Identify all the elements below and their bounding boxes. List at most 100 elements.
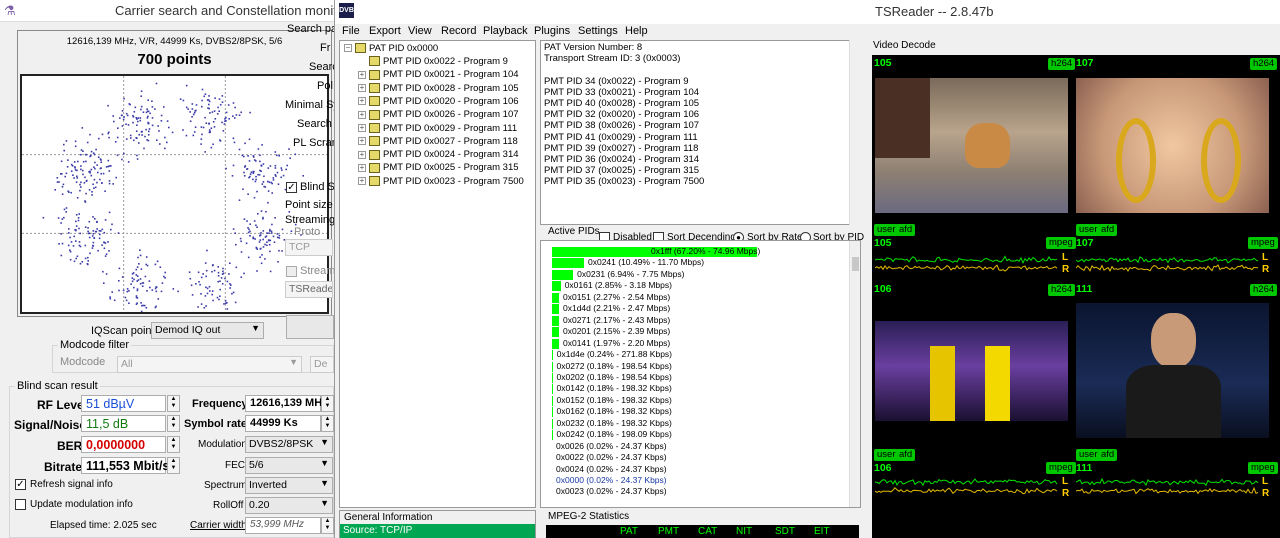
menu-settings[interactable]: Settings [578, 25, 618, 37]
tree-item[interactable]: + PMT PID 0x0025 - Program 315 [358, 161, 519, 174]
tree-item[interactable]: PMT PID 0x0022 - Program 9 [358, 55, 508, 68]
symbol-rate-spinner[interactable]: ▲ ▼ [321, 415, 334, 432]
pid-row[interactable]: 0x1d4e (0.24% - 271.88 Kbps) [543, 349, 843, 361]
stream-checkbox[interactable] [286, 266, 297, 277]
constellation-point [125, 299, 128, 302]
frequency-spinner[interactable]: ▲ ▼ [321, 395, 334, 412]
menu-plugins[interactable]: Plugins [534, 25, 570, 37]
freq-label: Fr [320, 42, 331, 54]
pid-row[interactable]: 0x0162 (0.18% - 198.32 Kbps) [543, 406, 843, 418]
tree-item[interactable]: + PMT PID 0x0027 - Program 118 [358, 135, 518, 148]
pid-row[interactable]: 0x0151 (2.27% - 2.54 Mbps) [543, 292, 843, 303]
constellation-point [61, 193, 64, 195]
rf-level-spinner[interactable]: ▲ ▼ [167, 395, 180, 412]
pid-row[interactable]: 0x0023 (0.02% - 24.37 Kbps) [543, 486, 843, 498]
menu-record[interactable]: Record [441, 25, 476, 37]
video-frame-106[interactable] [875, 321, 1068, 421]
tree-item[interactable]: + PMT PID 0x0029 - Program 111 [358, 122, 517, 135]
pid-row[interactable]: 0x0141 (1.97% - 2.20 Mbps) [543, 338, 843, 349]
expand-icon[interactable]: + [358, 110, 366, 119]
tree-item[interactable]: + PMT PID 0x0026 - Program 107 [358, 108, 519, 121]
frequency-label: Frequency [192, 398, 248, 410]
expand-icon[interactable]: + [358, 84, 366, 93]
pid-row[interactable]: 0x0272 (0.18% - 198.54 Kbps) [543, 361, 843, 372]
tile-111-r: R [1262, 488, 1270, 499]
expand-icon[interactable]: + [358, 123, 366, 132]
collapse-icon[interactable]: − [344, 44, 352, 53]
pid-row[interactable]: 0x0152 (0.18% - 198.32 Kbps) [543, 395, 843, 406]
pids-scrollbar[interactable] [849, 241, 860, 507]
tree-item[interactable]: + PMT PID 0x0024 - Program 314 [358, 148, 519, 161]
expand-icon[interactable] [358, 57, 366, 65]
constellation-point [211, 270, 213, 273]
expand-icon[interactable]: + [358, 150, 366, 159]
carrier-width-label[interactable]: Carrier width [190, 520, 247, 531]
expand-icon[interactable]: + [358, 70, 366, 79]
pid-row[interactable]: 0x0201 (2.15% - 2.39 Mbps) [543, 326, 843, 338]
iqscan-select[interactable]: Demod IQ out ▼ [151, 322, 264, 339]
pid-row[interactable]: 0x0142 (0.18% - 198.32 Kbps) [543, 383, 843, 395]
expand-icon[interactable]: + [358, 97, 366, 106]
expand-icon[interactable]: + [358, 163, 366, 172]
video-frame-111[interactable] [1076, 303, 1269, 438]
tree-item[interactable]: + PMT PID 0x0021 - Program 104 [358, 68, 519, 81]
constellation-point [125, 123, 127, 125]
video-frame-107[interactable] [1076, 78, 1269, 213]
tsreader-field[interactable]: TSReader [285, 281, 333, 298]
video-frame-105[interactable] [875, 78, 1068, 213]
pid-row[interactable]: 0x1fff (67.20% - 74.96 Mbps) [543, 246, 843, 257]
pid-row[interactable]: 0x0232 (0.18% - 198.32 Kbps) [543, 418, 843, 429]
expand-icon[interactable]: + [358, 137, 366, 146]
menu-file[interactable]: File [342, 25, 360, 37]
constellation-point [206, 292, 209, 295]
carrier-width-spinner[interactable]: ▲ ▼ [321, 517, 334, 534]
constellation-point [79, 262, 82, 265]
pid-row[interactable]: 0x0231 (6.94% - 7.75 Mbps) [543, 269, 843, 280]
constellation-point [75, 181, 78, 183]
constellation-point [273, 241, 276, 243]
tree-item[interactable]: + PMT PID 0x0020 - Program 106 [358, 95, 519, 108]
menu-view[interactable]: View [408, 25, 432, 37]
tree-root[interactable]: − PAT PID 0x0000 [344, 42, 438, 55]
pid-row[interactable]: 0x0022 (0.02% - 24.37 Kbps) [543, 452, 843, 464]
constellation-point [151, 289, 154, 291]
constellation-point [204, 116, 206, 119]
scroll-thumb[interactable] [852, 257, 859, 271]
modcode-select[interactable]: All ▼ [117, 356, 302, 373]
bitrate-spinner[interactable]: ▲ ▼ [167, 457, 180, 474]
constellation-point [238, 199, 241, 201]
pid-row[interactable]: 0x0202 (0.18% - 198.54 Kbps) [543, 372, 843, 383]
blind-scan-checkbox[interactable]: ✓ [286, 182, 297, 193]
menu-playback[interactable]: Playback [483, 25, 528, 37]
constellation-point [257, 213, 259, 215]
refresh-checkbox[interactable]: ✓ [15, 479, 26, 490]
rolloff-select[interactable]: 0.20 ▼ [245, 497, 333, 514]
pid-row[interactable]: 0x0000 (0.02% - 24.37 Kbps) [543, 475, 843, 486]
de-button[interactable]: De [310, 356, 334, 373]
constellation-point [208, 107, 210, 110]
pid-row[interactable]: 0x0024 (0.02% - 24.37 Kbps) [543, 464, 843, 475]
constellation-point [82, 173, 84, 176]
menu-help[interactable]: Help [625, 25, 648, 37]
spectrum-select[interactable]: Inverted ▼ [245, 477, 333, 494]
signal-noise-spinner[interactable]: ▲ ▼ [167, 415, 180, 432]
menu-export[interactable]: Export [369, 25, 401, 37]
pid-row[interactable]: 0x0161 (2.85% - 3.18 Mbps) [543, 280, 843, 292]
update-mod-checkbox[interactable] [15, 499, 26, 510]
pid-row[interactable]: 0x0026 (0.02% - 24.37 Kbps) [543, 441, 843, 452]
constellation-point [103, 231, 106, 234]
fec-select[interactable]: 5/6 ▼ [245, 457, 333, 474]
ber-spinner[interactable]: ▲ ▼ [167, 436, 180, 453]
pid-row[interactable]: 0x1d4d (2.21% - 2.47 Mbps) [543, 303, 843, 315]
expand-icon[interactable]: + [358, 177, 366, 186]
tree-item[interactable]: + PMT PID 0x0023 - Program 7500 [358, 175, 524, 188]
pid-row[interactable]: 0x0271 (2.17% - 2.43 Mbps) [543, 315, 843, 326]
tree-item[interactable]: + PMT PID 0x0028 - Program 105 [358, 82, 519, 95]
action-button[interactable] [286, 315, 334, 339]
pat-info-scrollbar[interactable] [849, 40, 859, 225]
modulation-select[interactable]: DVBS2/8PSK ▼ [245, 436, 333, 453]
constellation-point [191, 116, 193, 118]
pid-row[interactable]: 0x0241 (10.49% - 11.70 Mbps) [543, 257, 843, 269]
pid-row[interactable]: 0x0242 (0.18% - 198.09 Kbps) [543, 429, 843, 441]
proto-select[interactable]: TCP [285, 239, 333, 256]
